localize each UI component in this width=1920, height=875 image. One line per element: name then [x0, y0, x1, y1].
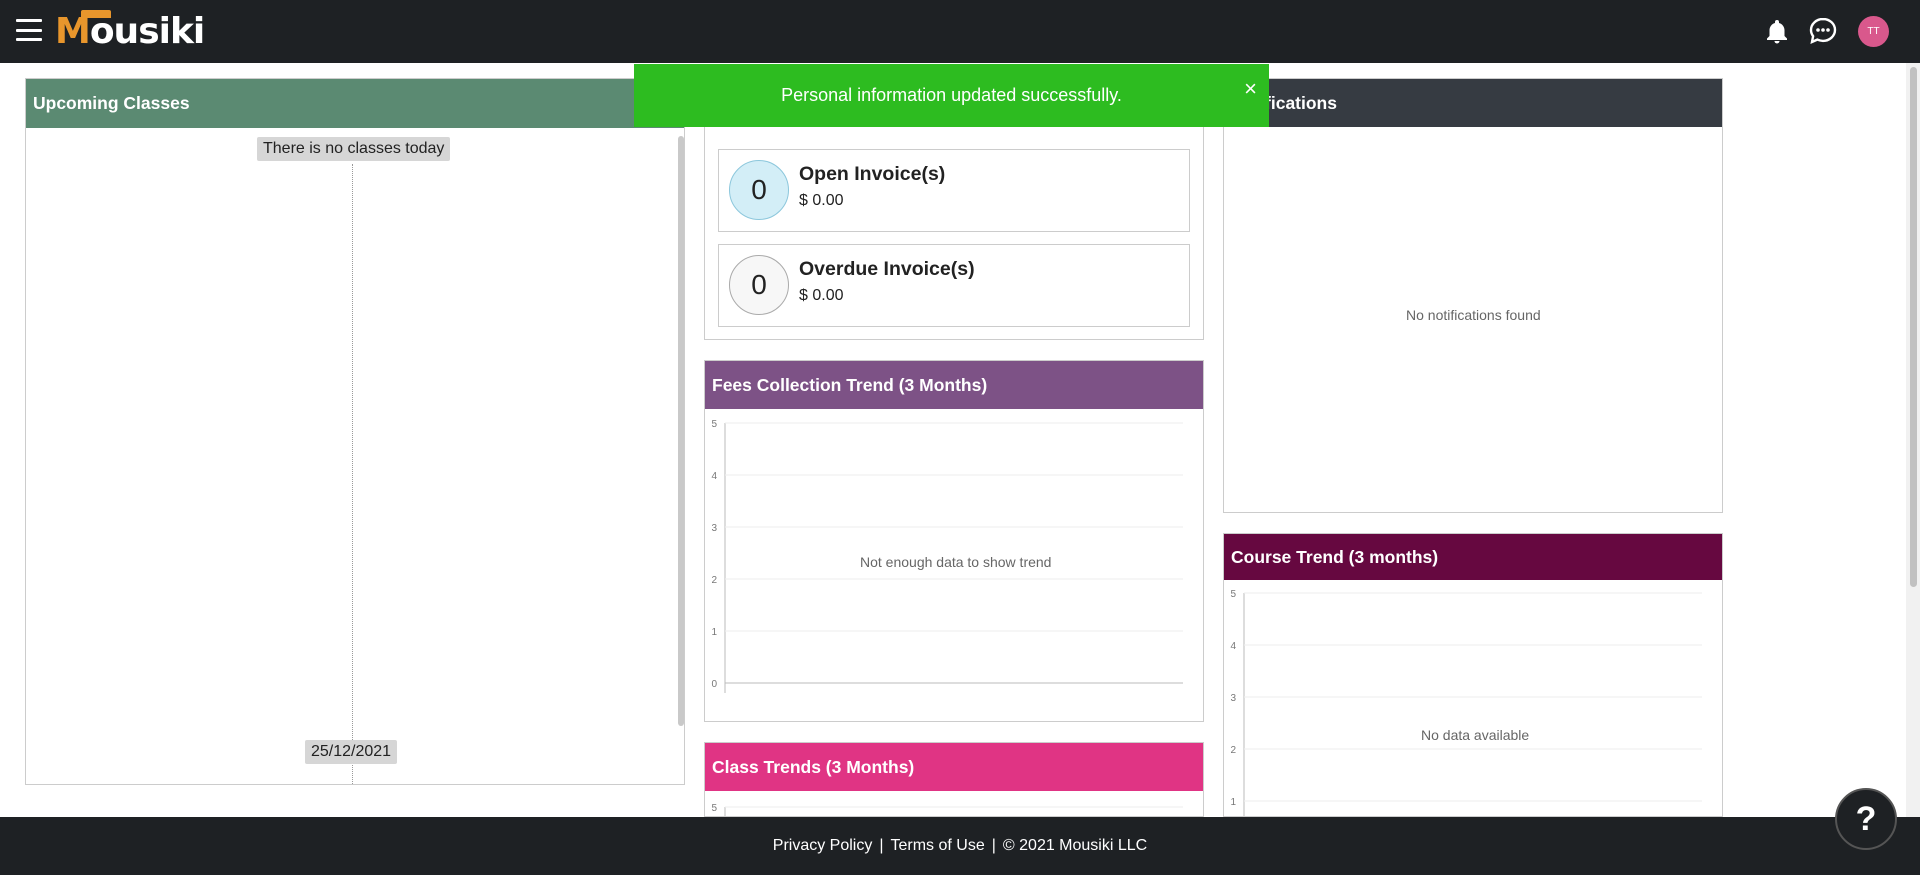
close-icon[interactable]: ×: [1244, 78, 1257, 100]
menu-icon[interactable]: [16, 19, 42, 41]
y-tick-label: 5: [711, 803, 717, 814]
class-trends-chart: 5: [711, 803, 1183, 816]
course-trend-chart: 1 2 3 4 5: [1230, 589, 1702, 816]
overdue-invoice-title: Overdue Invoice(s): [799, 258, 975, 280]
fees-trend-title: Fees Collection Trend (3 Months): [705, 361, 1203, 409]
upcoming-classes-title: Upcoming Classes: [26, 79, 684, 128]
notifications-title: Notifications: [1224, 79, 1722, 127]
y-tick-label: 2: [711, 575, 717, 586]
copyright-text: © 2021 Mousiki LLC: [1002, 837, 1148, 854]
page-scrollbar-thumb[interactable]: [1910, 67, 1917, 587]
footer-separator: |: [991, 837, 996, 854]
fees-trend-message: Not enough data to show trend: [860, 554, 1052, 570]
overdue-invoice-count: 0: [729, 255, 789, 315]
toast-message: Personal information updated successfull…: [781, 85, 1122, 105]
y-tick-label: 0: [711, 679, 717, 690]
privacy-policy-link[interactable]: Privacy Policy: [773, 837, 873, 855]
chat-icon[interactable]: [1808, 16, 1838, 46]
y-tick-label: 2: [1230, 745, 1236, 756]
course-trend-title: Course Trend (3 months): [1224, 534, 1722, 580]
notifications-panel: Notifications No notifications found: [1223, 78, 1723, 513]
y-tick-label: 5: [1230, 589, 1236, 600]
class-trends-title: Class Trends (3 Months): [705, 743, 1203, 791]
logo-hat-icon: [81, 10, 111, 18]
y-tick-label: 5: [711, 419, 717, 430]
terms-of-use-link[interactable]: Terms of Use: [891, 837, 985, 855]
page-scrollbar[interactable]: [1906, 63, 1920, 817]
help-button[interactable]: ?: [1835, 788, 1897, 850]
y-tick-label: 1: [711, 627, 717, 638]
open-invoice-title: Open Invoice(s): [799, 163, 946, 185]
y-tick-label: 3: [1230, 693, 1236, 704]
upcoming-classes-panel: Upcoming Classes There is no classes tod…: [25, 78, 685, 785]
y-tick-label: 4: [711, 471, 717, 482]
open-invoices-card[interactable]: 0 Open Invoice(s) $ 0.00: [718, 149, 1190, 232]
overdue-invoices-card[interactable]: 0 Overdue Invoice(s) $ 0.00: [718, 244, 1190, 327]
no-notifications-message: No notifications found: [1406, 307, 1541, 323]
y-tick-label: 4: [1230, 641, 1236, 652]
success-toast: Personal information updated successfull…: [634, 64, 1269, 127]
y-tick-label: 1: [1230, 797, 1236, 808]
open-invoice-amount: $ 0.00: [799, 192, 844, 209]
top-navbar: Mousiki TT: [0, 0, 1920, 63]
fees-trend-panel: Fees Collection Trend (3 Months) 012345 …: [704, 360, 1204, 722]
footer-separator: |: [879, 837, 884, 854]
bell-icon[interactable]: [1762, 16, 1792, 46]
course-trend-panel: Course Trend (3 months) 1 2 3 4 5 No data av…: [1223, 533, 1723, 817]
invoices-panel: 0 Open Invoice(s) $ 0.00 0 Overdue Invoi…: [704, 120, 1204, 340]
user-avatar[interactable]: TT: [1858, 16, 1889, 47]
footer: Privacy Policy | Terms of Use | © 2021 M…: [0, 817, 1920, 875]
timeline-line: [352, 164, 353, 784]
class-trends-panel: Class Trends (3 Months) 5: [704, 742, 1204, 817]
overdue-invoice-amount: $ 0.00: [799, 287, 844, 304]
open-invoice-count: 0: [729, 160, 789, 220]
upcoming-scrollbar[interactable]: [678, 136, 684, 726]
course-trend-message: No data available: [1421, 727, 1530, 743]
timeline-date-badge: 25/12/2021: [305, 740, 398, 764]
mousiki-logo[interactable]: Mousiki: [55, 10, 205, 52]
y-tick-label: 3: [711, 523, 717, 534]
no-classes-badge: There is no classes today: [257, 137, 451, 161]
